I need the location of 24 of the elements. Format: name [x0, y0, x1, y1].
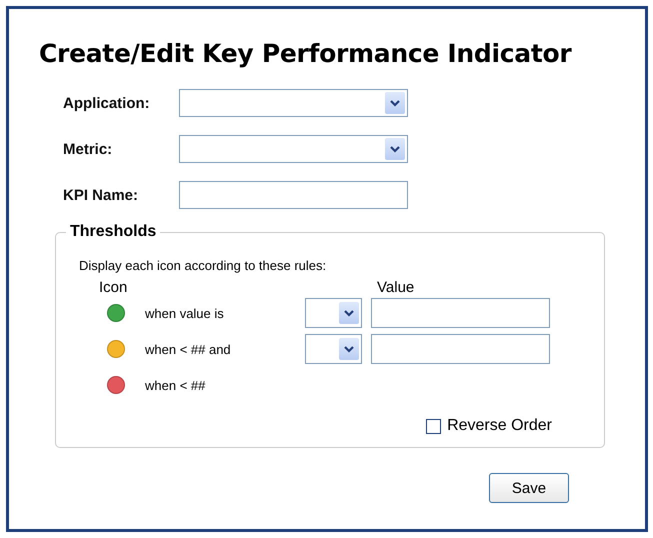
input-field[interactable] [179, 181, 408, 209]
value-field[interactable] [371, 298, 550, 328]
value-field[interactable] [371, 334, 550, 364]
operator-dropdown[interactable] [305, 298, 362, 328]
rule-text: when < ## and [145, 342, 232, 356]
operator-dropdown[interactable] [305, 334, 362, 364]
checkbox-label: Reverse Order [447, 417, 552, 435]
chevron-icon [339, 302, 359, 324]
column-header: Icon [99, 279, 128, 296]
column-header: Value [377, 279, 414, 296]
rule-text: when < ## [145, 378, 206, 392]
form-title: Create/Edit Key Performance Indicator [39, 39, 572, 68]
save-button[interactable]: Save [489, 473, 569, 503]
rule-text: when value is [145, 306, 225, 320]
chevron-icon [385, 138, 405, 160]
field-label: KPI Name: [63, 186, 140, 204]
chevron-icon [385, 92, 405, 114]
checkbox[interactable] [426, 418, 442, 434]
dropdown[interactable] [179, 135, 408, 163]
field-label: Metric: [63, 140, 114, 158]
dropdown[interactable] [179, 89, 408, 117]
chevron-icon [339, 338, 359, 360]
instruction-text: Display each icon according to these rules: [79, 258, 326, 273]
field-label: Application: [63, 94, 151, 112]
